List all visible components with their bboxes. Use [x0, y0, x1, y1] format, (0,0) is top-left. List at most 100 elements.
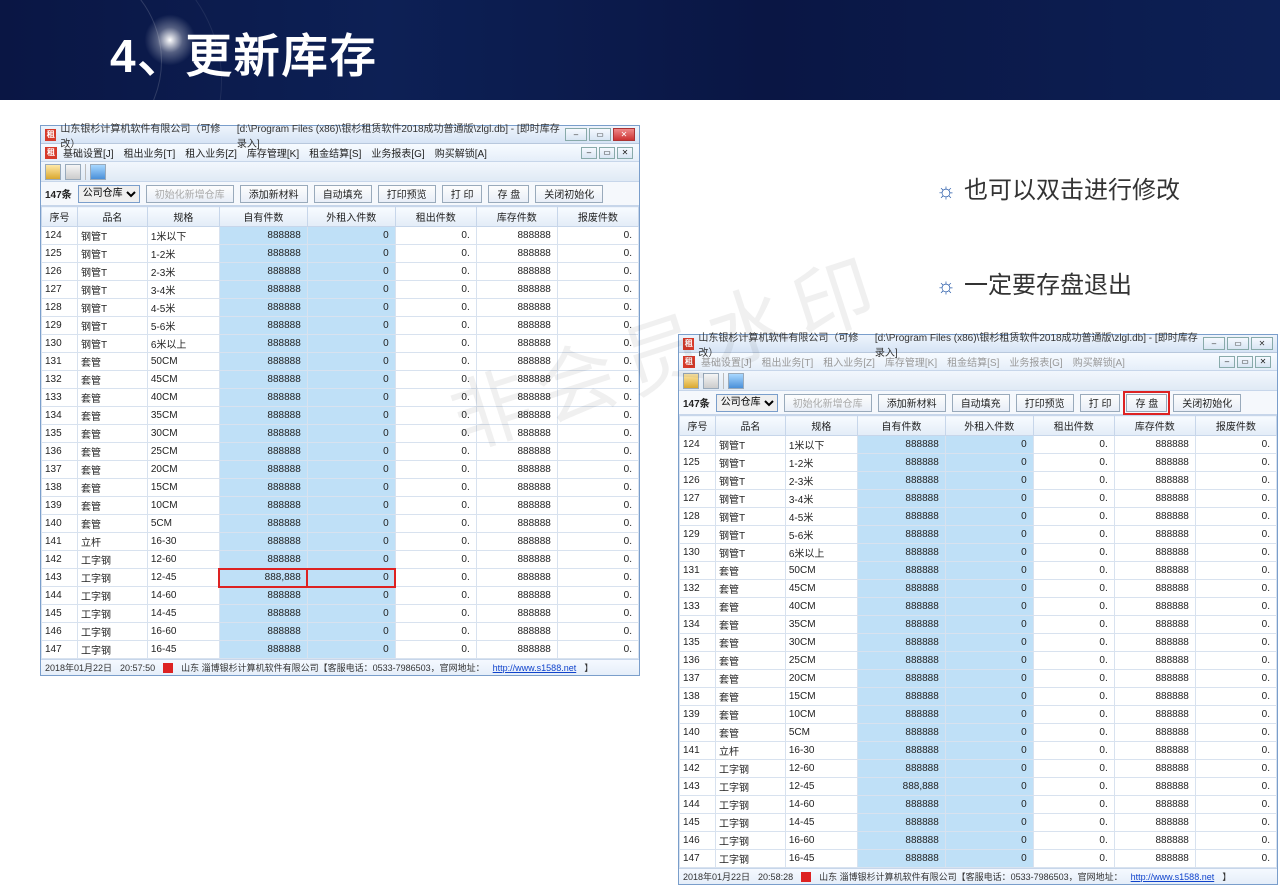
table-row[interactable]: 129钢管T5-6米88888800.8888880. [42, 317, 639, 335]
warehouse-select[interactable]: 公司仓库 [78, 185, 140, 203]
table-row[interactable]: 135套管30CM88888800.8888880. [680, 634, 1277, 652]
website-link[interactable]: http://www.s1588.net [1131, 872, 1215, 882]
table-row[interactable]: 143工字钢12-45888,88800.8888880. [680, 778, 1277, 796]
table-row[interactable]: 128钢管T4-5米88888800.8888880. [680, 508, 1277, 526]
table-row[interactable]: 130钢管T6米以上88888800.8888880. [42, 335, 639, 353]
warehouse-select[interactable]: 公司仓库 [716, 394, 778, 412]
data-grid[interactable]: 序号 品名 规格 自有件数 外租入件数 租出件数 库存件数 报废件数 124钢管… [679, 415, 1277, 868]
website-link[interactable]: http://www.s1588.net [493, 663, 577, 673]
table-row[interactable]: 129钢管T5-6米88888800.8888880. [680, 526, 1277, 544]
table-row[interactable]: 144工字钢14-6088888800.8888880. [680, 796, 1277, 814]
mdi-close-button[interactable]: ✕ [1255, 356, 1271, 368]
close-init-button[interactable]: 关闭初始化 [1173, 394, 1241, 412]
exit-icon[interactable] [728, 373, 744, 389]
toolbar-button[interactable] [683, 373, 699, 389]
table-row[interactable]: 133套管40CM88888800.8888880. [680, 598, 1277, 616]
col-header[interactable]: 序号 [42, 207, 78, 227]
minimize-button[interactable]: – [565, 128, 587, 141]
table-row[interactable]: 136套管25CM88888800.8888880. [42, 443, 639, 461]
toolbar-button[interactable] [65, 164, 81, 180]
table-row[interactable]: 147工字钢16-4588888800.8888880. [42, 641, 639, 659]
menu-item[interactable]: 租金结算[S] [309, 145, 361, 160]
menu-item[interactable]: 租入业务[Z] [185, 145, 237, 160]
menu-item[interactable]: 库存管理[K] [247, 145, 299, 160]
maximize-button[interactable]: ▭ [1227, 337, 1249, 350]
table-row[interactable]: 126钢管T2-3米88888800.8888880. [42, 263, 639, 281]
table-row[interactable]: 125钢管T1-2米88888800.8888880. [680, 454, 1277, 472]
exit-icon[interactable] [90, 164, 106, 180]
save-button[interactable]: 存 盘 [1126, 394, 1167, 412]
toolbar-button[interactable] [45, 164, 61, 180]
table-row[interactable]: 125钢管T1-2米88888800.8888880. [42, 245, 639, 263]
table-row[interactable]: 133套管40CM88888800.8888880. [42, 389, 639, 407]
init-warehouse-button[interactable]: 初始化新增仓库 [146, 185, 234, 203]
table-row[interactable]: 128钢管T4-5米88888800.8888880. [42, 299, 639, 317]
table-row[interactable]: 139套管10CM88888800.8888880. [42, 497, 639, 515]
table-row[interactable]: 142工字钢12-6088888800.8888880. [42, 551, 639, 569]
minimize-button[interactable]: – [1203, 337, 1225, 350]
print-preview-button[interactable]: 打印预览 [1016, 394, 1074, 412]
table-row[interactable]: 144工字钢14-6088888800.8888880. [42, 587, 639, 605]
autofill-button[interactable]: 自动填充 [952, 394, 1010, 412]
table-row[interactable]: 138套管15CM88888800.8888880. [42, 479, 639, 497]
col-header[interactable]: 租出件数 [1033, 416, 1114, 436]
print-preview-button[interactable]: 打印预览 [378, 185, 436, 203]
table-row[interactable]: 139套管10CM88888800.8888880. [680, 706, 1277, 724]
table-row[interactable]: 135套管30CM88888800.8888880. [42, 425, 639, 443]
col-header[interactable]: 报废件数 [557, 207, 638, 227]
table-row[interactable]: 141立杆16-3088888800.8888880. [680, 742, 1277, 760]
mdi-restore-button[interactable]: ▭ [1237, 356, 1253, 368]
table-row[interactable]: 143工字钢12-45888,88800.8888880. [42, 569, 639, 587]
table-row[interactable]: 138套管15CM88888800.8888880. [680, 688, 1277, 706]
print-button[interactable]: 打 印 [442, 185, 483, 203]
col-header[interactable]: 序号 [680, 416, 716, 436]
col-header[interactable]: 规格 [785, 416, 857, 436]
menu-item[interactable]: 库存管理[K] [885, 354, 937, 369]
print-button[interactable]: 打 印 [1080, 394, 1121, 412]
menu-item[interactable]: 购买解锁[A] [1073, 354, 1125, 369]
menu-item[interactable]: 业务报表[G] [371, 145, 424, 160]
table-row[interactable]: 137套管20CM88888800.8888880. [680, 670, 1277, 688]
col-header[interactable]: 规格 [147, 207, 219, 227]
menu-item[interactable]: 购买解锁[A] [435, 145, 487, 160]
table-row[interactable]: 145工字钢14-4588888800.8888880. [42, 605, 639, 623]
table-row[interactable]: 140套管5CM88888800.8888880. [680, 724, 1277, 742]
col-header[interactable]: 品名 [78, 207, 148, 227]
col-header[interactable]: 租出件数 [395, 207, 476, 227]
table-row[interactable]: 141立杆16-3088888800.8888880. [42, 533, 639, 551]
col-header[interactable]: 库存件数 [1114, 416, 1195, 436]
table-row[interactable]: 124钢管T1米以下88888800.8888880. [42, 227, 639, 245]
table-row[interactable]: 146工字钢16-6088888800.8888880. [680, 832, 1277, 850]
menu-item[interactable]: 基础设置[J] [701, 354, 752, 369]
close-init-button[interactable]: 关闭初始化 [535, 185, 603, 203]
mdi-minimize-button[interactable]: – [581, 147, 597, 159]
col-header[interactable]: 自有件数 [219, 207, 307, 227]
mdi-close-button[interactable]: ✕ [617, 147, 633, 159]
data-grid[interactable]: 序号 品名 规格 自有件数 外租入件数 租出件数 库存件数 报废件数 124钢管… [41, 206, 639, 659]
table-row[interactable]: 127钢管T3-4米88888800.8888880. [680, 490, 1277, 508]
col-header[interactable]: 外租入件数 [307, 207, 395, 227]
close-button[interactable]: ✕ [613, 128, 635, 141]
table-row[interactable]: 145工字钢14-4588888800.8888880. [680, 814, 1277, 832]
col-header[interactable]: 报废件数 [1195, 416, 1276, 436]
table-row[interactable]: 134套管35CM88888800.8888880. [42, 407, 639, 425]
table-row[interactable]: 127钢管T3-4米88888800.8888880. [42, 281, 639, 299]
menu-item[interactable]: 租入业务[Z] [823, 354, 875, 369]
maximize-button[interactable]: ▭ [589, 128, 611, 141]
menu-item[interactable]: 基础设置[J] [63, 145, 114, 160]
table-row[interactable]: 124钢管T1米以下88888800.8888880. [680, 436, 1277, 454]
autofill-button[interactable]: 自动填充 [314, 185, 372, 203]
titlebar[interactable]: 租 山东银杉计算机软件有限公司（可修改） [d:\Program Files (… [679, 335, 1277, 353]
menu-item[interactable]: 租出业务[T] [124, 145, 176, 160]
col-header[interactable]: 品名 [716, 416, 786, 436]
col-header[interactable]: 库存件数 [476, 207, 557, 227]
menu-item[interactable]: 业务报表[G] [1009, 354, 1062, 369]
table-row[interactable]: 142工字钢12-6088888800.8888880. [680, 760, 1277, 778]
col-header[interactable]: 自有件数 [857, 416, 945, 436]
titlebar[interactable]: 租 山东银杉计算机软件有限公司（可修改） [d:\Program Files (… [41, 126, 639, 144]
table-row[interactable]: 140套管5CM88888800.8888880. [42, 515, 639, 533]
table-row[interactable]: 132套管45CM88888800.8888880. [680, 580, 1277, 598]
toolbar-button[interactable] [703, 373, 719, 389]
table-row[interactable]: 136套管25CM88888800.8888880. [680, 652, 1277, 670]
table-row[interactable]: 131套管50CM88888800.8888880. [42, 353, 639, 371]
